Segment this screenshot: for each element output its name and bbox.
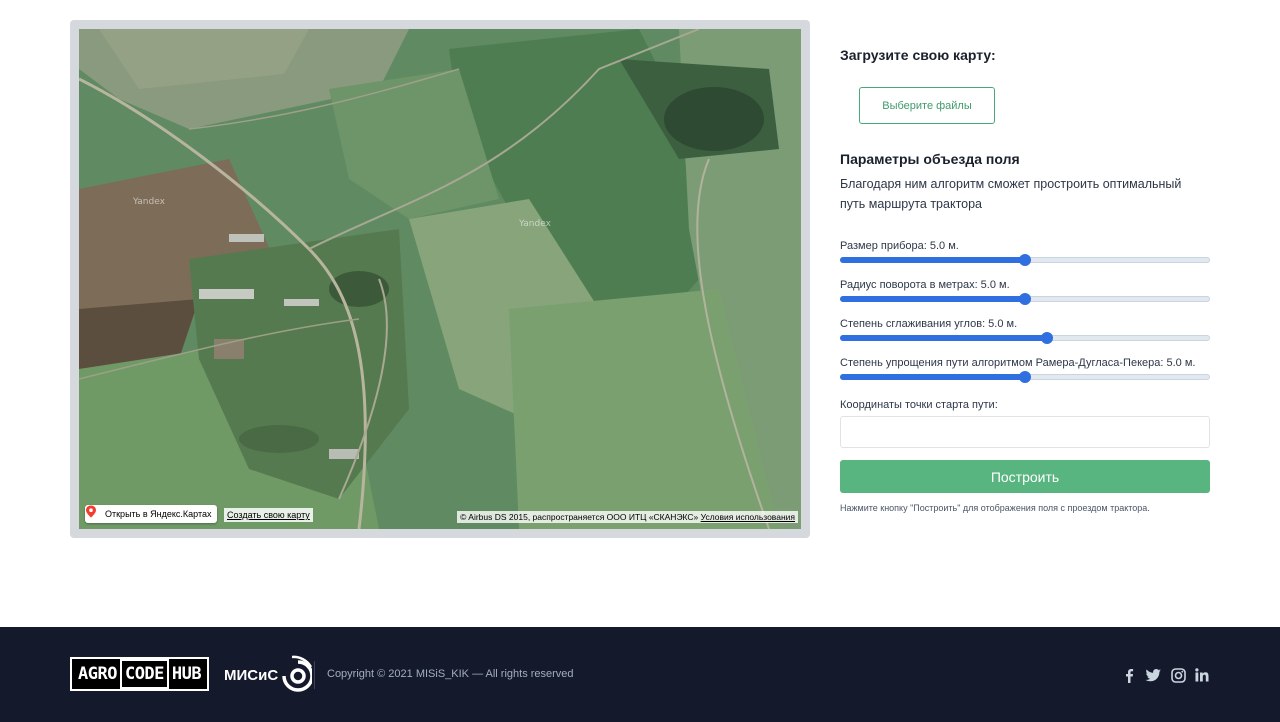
satellite-map[interactable]: Yandex Yandex Открыть в Яндекс.Картах Со… bbox=[79, 29, 801, 529]
create-map-link[interactable]: Создать свою карту bbox=[224, 508, 313, 522]
start-coordinates-label: Координаты точки старта пути: bbox=[840, 399, 998, 411]
logo-part-code: CODE bbox=[119, 659, 169, 689]
linkedin-icon[interactable] bbox=[1193, 666, 1211, 684]
footer-copyright: Copyright © 2021 MISiS_KIK — All rights … bbox=[327, 668, 574, 680]
slider-thumb[interactable] bbox=[1019, 293, 1031, 305]
facebook-icon[interactable] bbox=[1120, 666, 1138, 684]
map-copyright-text: © Airbus DS 2015, распространяется ООО И… bbox=[460, 512, 699, 522]
params-description: Благодаря ним алгоритм сможет простроить… bbox=[840, 177, 1182, 211]
footer: AGRO CODE HUB МИСиС Copyright © 2021 MIS… bbox=[0, 627, 1280, 722]
choose-files-button[interactable]: Выберите файлы bbox=[859, 87, 995, 124]
terms-of-use-link[interactable]: Условия использования bbox=[701, 512, 795, 522]
slider-tool-size[interactable] bbox=[840, 254, 1210, 266]
misis-logo-text: МИСиС bbox=[224, 666, 279, 684]
slider-thumb[interactable] bbox=[1041, 332, 1054, 344]
map-watermark: Yandex bbox=[519, 219, 551, 229]
slider-path-simplification[interactable] bbox=[840, 371, 1210, 383]
slider-corner-smoothing[interactable] bbox=[840, 332, 1210, 344]
footer-divider bbox=[314, 661, 315, 689]
logo-part-agro: AGRO bbox=[78, 664, 117, 684]
misis-emblem-icon bbox=[282, 655, 313, 692]
map-pin-icon bbox=[86, 505, 101, 521]
misis-logo[interactable]: МИСиС bbox=[224, 651, 313, 699]
logo-part-hub: HUB bbox=[171, 664, 202, 684]
slider-fill bbox=[840, 296, 1025, 302]
open-in-yandex-maps-link[interactable]: Открыть в Яндекс.Картах bbox=[85, 505, 218, 523]
start-coordinates-input[interactable] bbox=[840, 416, 1210, 448]
params-title: Параметры объезда поля bbox=[840, 151, 1020, 167]
slider-fill bbox=[840, 335, 1048, 341]
map-copyright: © Airbus DS 2015, распространяется ООО И… bbox=[457, 511, 798, 523]
slider-thumb[interactable] bbox=[1019, 371, 1031, 383]
build-button[interactable]: Построить bbox=[840, 460, 1210, 493]
slider-fill bbox=[840, 257, 1025, 263]
slider-label-tool-size: Размер прибора: 5.0 м. bbox=[840, 240, 959, 252]
instagram-icon[interactable] bbox=[1169, 666, 1187, 684]
open-in-yandex-maps-label: Открыть в Яндекс.Картах bbox=[105, 509, 212, 519]
map-container: Yandex Yandex Открыть в Яндекс.Картах Со… bbox=[70, 20, 810, 538]
slider-label-turn-radius: Радиус поворота в метрах: 5.0 м. bbox=[840, 279, 1010, 291]
agrocodehub-logo[interactable]: AGRO CODE HUB bbox=[70, 657, 210, 691]
slider-fill bbox=[840, 374, 1025, 380]
satellite-imagery bbox=[79, 29, 801, 529]
build-hint: Нажмите кнопку "Построить" для отображен… bbox=[840, 503, 1150, 513]
slider-turn-radius[interactable] bbox=[840, 293, 1210, 305]
upload-title: Загрузите свою карту: bbox=[840, 47, 996, 63]
slider-label-corner-smoothing: Степень сглаживания углов: 5.0 м. bbox=[840, 318, 1018, 330]
map-watermark: Yandex bbox=[133, 197, 165, 207]
slider-label-path-simplification: Степень упрощения пути алгоритмом Рамера… bbox=[840, 357, 1196, 369]
slider-thumb[interactable] bbox=[1019, 254, 1031, 266]
twitter-icon[interactable] bbox=[1144, 666, 1162, 684]
